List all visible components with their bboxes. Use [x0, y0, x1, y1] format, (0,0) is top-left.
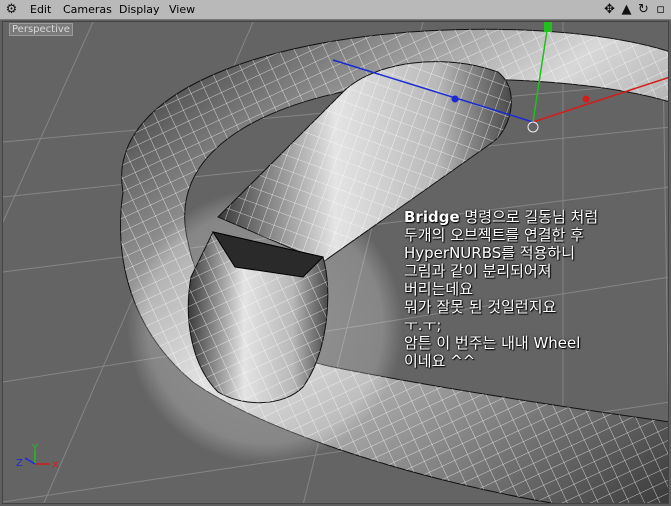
note-line-5: 버리는데요 — [404, 280, 474, 298]
note-bridge-keyword: Bridge — [404, 208, 460, 226]
menu-view[interactable]: View — [169, 3, 195, 16]
cinema4d-window: ⚙ Edit Cameras Display View ✥ ▲ ↻ ▫ Y X … — [0, 0, 671, 506]
app-logo-icon[interactable]: ⚙ — [3, 1, 20, 18]
rotate-icon[interactable]: ↻ — [635, 1, 652, 18]
menu-bar: ⚙ Edit Cameras Display View ✥ ▲ ↻ ▫ — [0, 0, 671, 20]
world-axis-indicator: Y X Z — [16, 443, 59, 471]
note-line-4: 그림과 같이 분리되어져 — [404, 262, 552, 280]
note-line-2: 두개의 오브젝트를 연결한 후 — [404, 226, 584, 244]
viewport-label[interactable]: Perspective — [9, 23, 73, 36]
note-line-8: 암튼 이 번주는 내내 Wheel — [404, 334, 581, 352]
maximize-icon[interactable]: ▫ — [652, 1, 669, 18]
axis-y-label: Y — [31, 443, 39, 454]
axis-x-label: X — [52, 460, 59, 471]
perspective-viewport[interactable]: Y X Z Perspective Bridge 명령으로 길동님 처럼 두개의… — [2, 21, 669, 504]
note-line-1-rest: 명령으로 길동님 처럼 — [459, 208, 599, 226]
bridge-tube-lower — [187, 231, 329, 404]
note-line-3: HyperNURBS를 적용하니 — [404, 244, 576, 262]
note-line-1: Bridge 명령으로 길동님 처럼 — [404, 208, 664, 226]
note-line-6: 뭐가 잘못 된 것일런지요 — [404, 298, 557, 316]
note-line-7: ㅜ.ㅜ; — [404, 316, 442, 334]
axis-z-label: Z — [16, 458, 23, 469]
menu-edit[interactable]: Edit — [30, 3, 51, 16]
menu-display[interactable]: Display — [119, 3, 160, 16]
zoom-icon[interactable]: ▲ — [618, 1, 635, 18]
note-line-9: 이네요 ^^ — [404, 352, 476, 370]
move-icon[interactable]: ✥ — [601, 1, 618, 18]
overlay-note: Bridge 명령으로 길동님 처럼 두개의 오브젝트를 연결한 후 Hyper… — [404, 208, 664, 370]
menu-cameras[interactable]: Cameras — [63, 3, 112, 16]
